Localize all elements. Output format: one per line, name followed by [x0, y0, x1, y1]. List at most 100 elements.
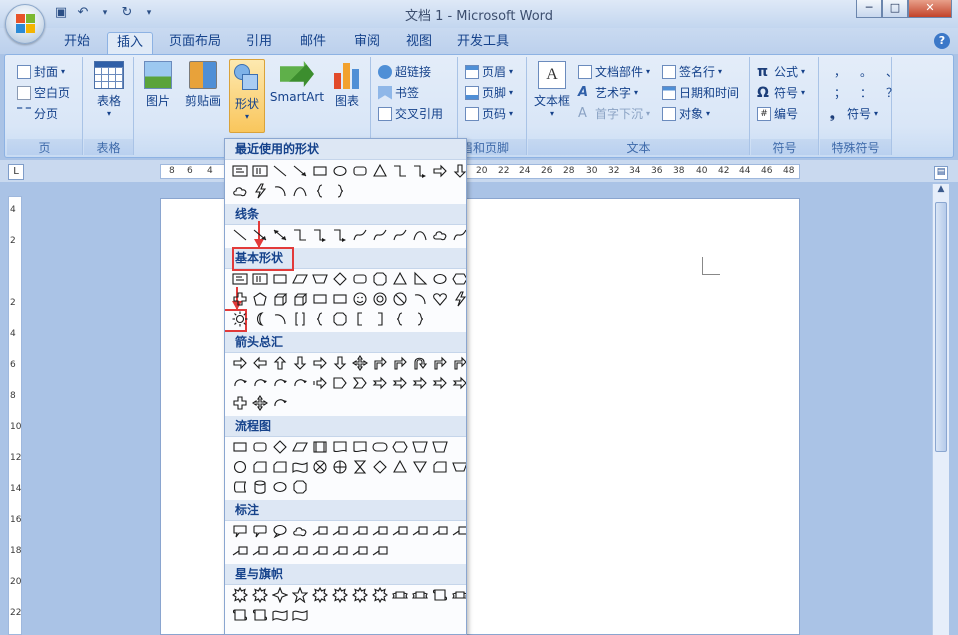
pcirc-shape-icon[interactable] [331, 458, 349, 476]
rect-shape-icon[interactable] [331, 290, 349, 308]
manual-shape-icon[interactable] [431, 438, 449, 456]
term-shape-icon[interactable] [371, 438, 389, 456]
calll-shape-icon[interactable] [351, 522, 369, 540]
more-symbols-button[interactable]: ❟ 符号 ▾ [830, 105, 878, 122]
ubent-shape-icon[interactable] [391, 354, 409, 372]
calll-shape-icon[interactable] [251, 542, 269, 560]
merge-shape-icon[interactable] [411, 458, 429, 476]
vtext-shape-icon[interactable] [251, 270, 269, 288]
oct-shape-icon[interactable] [331, 310, 349, 328]
rarrow-shape-icon[interactable] [431, 162, 449, 180]
bolt-shape-icon[interactable] [251, 182, 269, 200]
tab-selector[interactable]: L [8, 164, 24, 180]
quad-shape-icon[interactable] [251, 394, 269, 412]
scurve-shape-icon[interactable] [371, 226, 389, 244]
textbox-shape-icon[interactable] [231, 270, 249, 288]
circarrow-shape-icon[interactable] [251, 374, 269, 392]
rbrace-shape-icon[interactable] [411, 310, 429, 328]
wave-shape-icon[interactable] [271, 606, 289, 624]
moon-shape-icon[interactable] [251, 310, 269, 328]
tab-page-layout[interactable]: 页面布局 [164, 32, 226, 54]
doc-shape-icon[interactable] [351, 438, 369, 456]
period-symbol[interactable]: 。 [860, 63, 872, 80]
rect-shape-icon[interactable] [231, 438, 249, 456]
view-ruler-icon[interactable]: ▤ [934, 166, 948, 180]
elbow-shape-icon[interactable] [391, 162, 409, 180]
calll-shape-icon[interactable] [331, 522, 349, 540]
pent-shape-icon[interactable] [251, 290, 269, 308]
footer-button[interactable]: 页脚 ▾ [465, 84, 513, 101]
textbox-button[interactable]: A 文本框 ▾ [530, 61, 574, 118]
help-icon[interactable]: ? [934, 33, 950, 49]
noent-shape-icon[interactable] [391, 290, 409, 308]
ubent-shape-icon[interactable] [431, 354, 449, 372]
diamond-shape-icon[interactable] [331, 270, 349, 288]
close-button[interactable]: ✕ [908, 0, 952, 18]
hex-shape-icon[interactable] [391, 438, 409, 456]
cube-shape-icon[interactable] [291, 290, 309, 308]
star4-shape-icon[interactable] [271, 586, 289, 604]
ellipse-shape-icon[interactable] [331, 162, 349, 180]
clipart-button[interactable]: 剪贴画 [181, 61, 225, 109]
heart-shape-icon[interactable] [431, 290, 449, 308]
cloud-shape-icon[interactable] [231, 182, 249, 200]
tab-review[interactable]: 审阅 [346, 32, 388, 54]
calll-shape-icon[interactable] [331, 542, 349, 560]
signature-line-button[interactable]: 签名行 ▾ [662, 63, 722, 80]
rrect-shape-icon[interactable] [351, 270, 369, 288]
tab-view[interactable]: 视图 [398, 32, 440, 54]
rect-shape-icon[interactable] [311, 162, 329, 180]
calll-shape-icon[interactable] [451, 522, 466, 540]
notched-shape-icon[interactable] [451, 374, 466, 392]
circle-shape-icon[interactable] [231, 458, 249, 476]
scurve-shape-icon[interactable] [451, 226, 466, 244]
equation-button[interactable]: π 公式 ▾ [757, 63, 805, 80]
office-button[interactable] [5, 4, 45, 44]
calll-shape-icon[interactable] [311, 542, 329, 560]
vertical-ruler[interactable]: 4 2 2 4 6 8 10 12 14 16 18 20 22 [8, 196, 22, 635]
question-symbol[interactable]: ？ [886, 84, 898, 101]
vtext-shape-icon[interactable] [251, 162, 269, 180]
enumeration-comma-symbol[interactable]: 、 [886, 63, 898, 80]
donut-shape-icon[interactable] [371, 290, 389, 308]
oct-shape-icon[interactable] [291, 478, 309, 496]
larrow-shape-icon[interactable] [251, 354, 269, 372]
can-shape-icon[interactable] [251, 478, 269, 496]
burst-shape-icon[interactable] [351, 586, 369, 604]
minimize-button[interactable]: ─ [856, 0, 882, 18]
tab-developer[interactable]: 开发工具 [452, 32, 514, 54]
diamond-shape-icon[interactable] [271, 438, 289, 456]
hour-shape-icon[interactable] [351, 458, 369, 476]
scroll-shape-icon[interactable] [431, 586, 449, 604]
calll-shape-icon[interactable] [291, 542, 309, 560]
callr-shape-icon[interactable] [231, 522, 249, 540]
cube-shape-icon[interactable] [271, 290, 289, 308]
calll-shape-icon[interactable] [351, 542, 369, 560]
drop-cap-button[interactable]: A 首字下沉 ▾ [578, 105, 650, 122]
ellipse-shape-icon[interactable] [431, 270, 449, 288]
cover-page-button[interactable]: 封面 ▾ [17, 63, 65, 80]
uturn-shape-icon[interactable] [411, 354, 429, 372]
chevron-shape-icon[interactable] [351, 374, 369, 392]
uarrow-shape-icon[interactable] [271, 354, 289, 372]
curve-shape-icon[interactable] [411, 226, 429, 244]
calll-shape-icon[interactable] [371, 542, 389, 560]
tab-insert[interactable]: 插入 [107, 32, 153, 54]
burst-shape-icon[interactable] [251, 586, 269, 604]
object-button[interactable]: 对象 ▾ [662, 105, 710, 122]
calll-shape-icon[interactable] [391, 522, 409, 540]
blank-page-button[interactable]: 空白页 [17, 84, 70, 101]
wave-shape-icon[interactable] [291, 606, 309, 624]
textbox-shape-icon[interactable] [231, 162, 249, 180]
curve-shape-icon[interactable] [291, 182, 309, 200]
ribbon-shape-icon[interactable] [391, 586, 409, 604]
rrect-shape-icon[interactable] [351, 162, 369, 180]
burst-shape-icon[interactable] [231, 586, 249, 604]
scroll-shape-icon[interactable] [251, 606, 269, 624]
lbr-shape-icon[interactable] [351, 310, 369, 328]
elbowa-shape-icon[interactable] [311, 226, 329, 244]
wordart-button[interactable]: A 艺术字 ▾ [578, 84, 638, 101]
dbl-shape-icon[interactable] [271, 226, 289, 244]
trap-shape-icon[interactable] [451, 458, 466, 476]
scroll-thumb[interactable] [935, 202, 947, 452]
